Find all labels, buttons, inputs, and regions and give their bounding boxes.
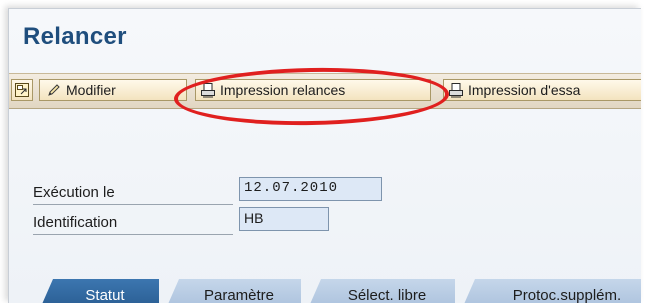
- tab-select-libre[interactable]: Sélect. libre: [307, 279, 455, 303]
- expand-window-icon: [15, 83, 29, 97]
- print-icon: [448, 82, 464, 98]
- expand-button[interactable]: [11, 79, 33, 101]
- print-icon: [200, 82, 216, 98]
- tab-protoc-supplem[interactable]: Protoc.supplém.: [461, 279, 641, 303]
- execution-date-label: Exécution le: [33, 181, 233, 205]
- execution-date-field[interactable]: 12.07.2010: [239, 177, 382, 201]
- modifier-label: Modifier: [66, 82, 116, 98]
- impression-essai-label: Impression d'essa: [468, 82, 581, 98]
- application-toolbar: Modifier Impression relances Impression …: [9, 73, 641, 109]
- tab-parametre[interactable]: Paramètre: [165, 279, 301, 303]
- identification-field[interactable]: HB: [239, 207, 329, 231]
- modifier-button[interactable]: Modifier: [39, 79, 187, 101]
- page-title: Relancer: [23, 23, 127, 50]
- pencil-icon: [46, 82, 62, 98]
- impression-relances-label: Impression relances: [220, 82, 346, 98]
- tab-strip: Statut Paramètre Sélect. libre Protoc.su…: [39, 279, 641, 303]
- sap-window: Relancer Modifier Impression relances Im…: [8, 8, 641, 303]
- impression-essai-button[interactable]: Impression d'essa: [443, 79, 641, 101]
- tab-statut[interactable]: Statut: [39, 279, 159, 303]
- identification-label: Identification: [33, 211, 233, 235]
- impression-relances-button[interactable]: Impression relances: [195, 79, 431, 101]
